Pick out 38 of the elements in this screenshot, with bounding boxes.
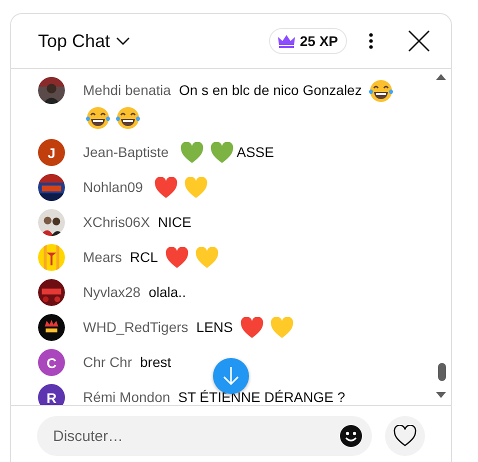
author-name: XChris06X <box>83 214 150 230</box>
message-text: ASSE <box>236 144 274 160</box>
user-avatar: C <box>38 349 65 376</box>
close-icon <box>408 30 430 52</box>
like-button[interactable] <box>385 416 425 456</box>
heart-outline-icon <box>393 425 417 447</box>
crown-icon <box>278 34 295 48</box>
smiley-icon[interactable] <box>340 425 362 447</box>
author-name: Mehdi benatia <box>83 82 171 98</box>
author-name: Rémi Mondon <box>83 389 170 405</box>
arrow-down-icon <box>223 366 239 386</box>
scroll-up-icon[interactable] <box>435 73 447 81</box>
user-avatar: R <box>38 384 65 405</box>
author-name: Nyvlax28 <box>83 284 141 300</box>
message-text: LENS <box>196 319 233 335</box>
xp-badge[interactable]: 25 XP <box>268 28 347 54</box>
scroll-down-icon[interactable] <box>435 391 447 399</box>
user-avatar: J <box>38 139 65 166</box>
scrollbar-thumb[interactable] <box>438 363 446 381</box>
message-text: RCL <box>130 249 158 265</box>
author-name: WHD_RedTigers <box>83 319 188 335</box>
author-name: Chr Chr <box>83 354 132 370</box>
author-name: Nohlan09 <box>83 179 143 195</box>
author-name: Jean-Baptiste <box>83 144 169 160</box>
message-text: ST ÉTIENNE DÉRANGE ? <box>178 389 346 405</box>
message-text: olala.. <box>148 284 186 300</box>
chat-mode-dropdown[interactable]: Top Chat <box>38 30 130 52</box>
laughing-emoji-icon <box>115 106 141 130</box>
message-text: On s en blc de nico Gonzalez <box>178 82 362 98</box>
laughing-emoji-icon <box>85 106 111 130</box>
more-vertical-icon <box>369 33 373 49</box>
author-name: Mears <box>83 249 122 265</box>
laughing-emoji-icon <box>368 79 394 104</box>
chevron-down-icon <box>116 37 130 45</box>
chat-input-field[interactable]: Discuter… <box>51 426 340 446</box>
message-text: NICE <box>158 214 192 230</box>
chat-input-box[interactable]: Discuter… <box>37 416 372 456</box>
message-text: brest <box>140 354 172 370</box>
